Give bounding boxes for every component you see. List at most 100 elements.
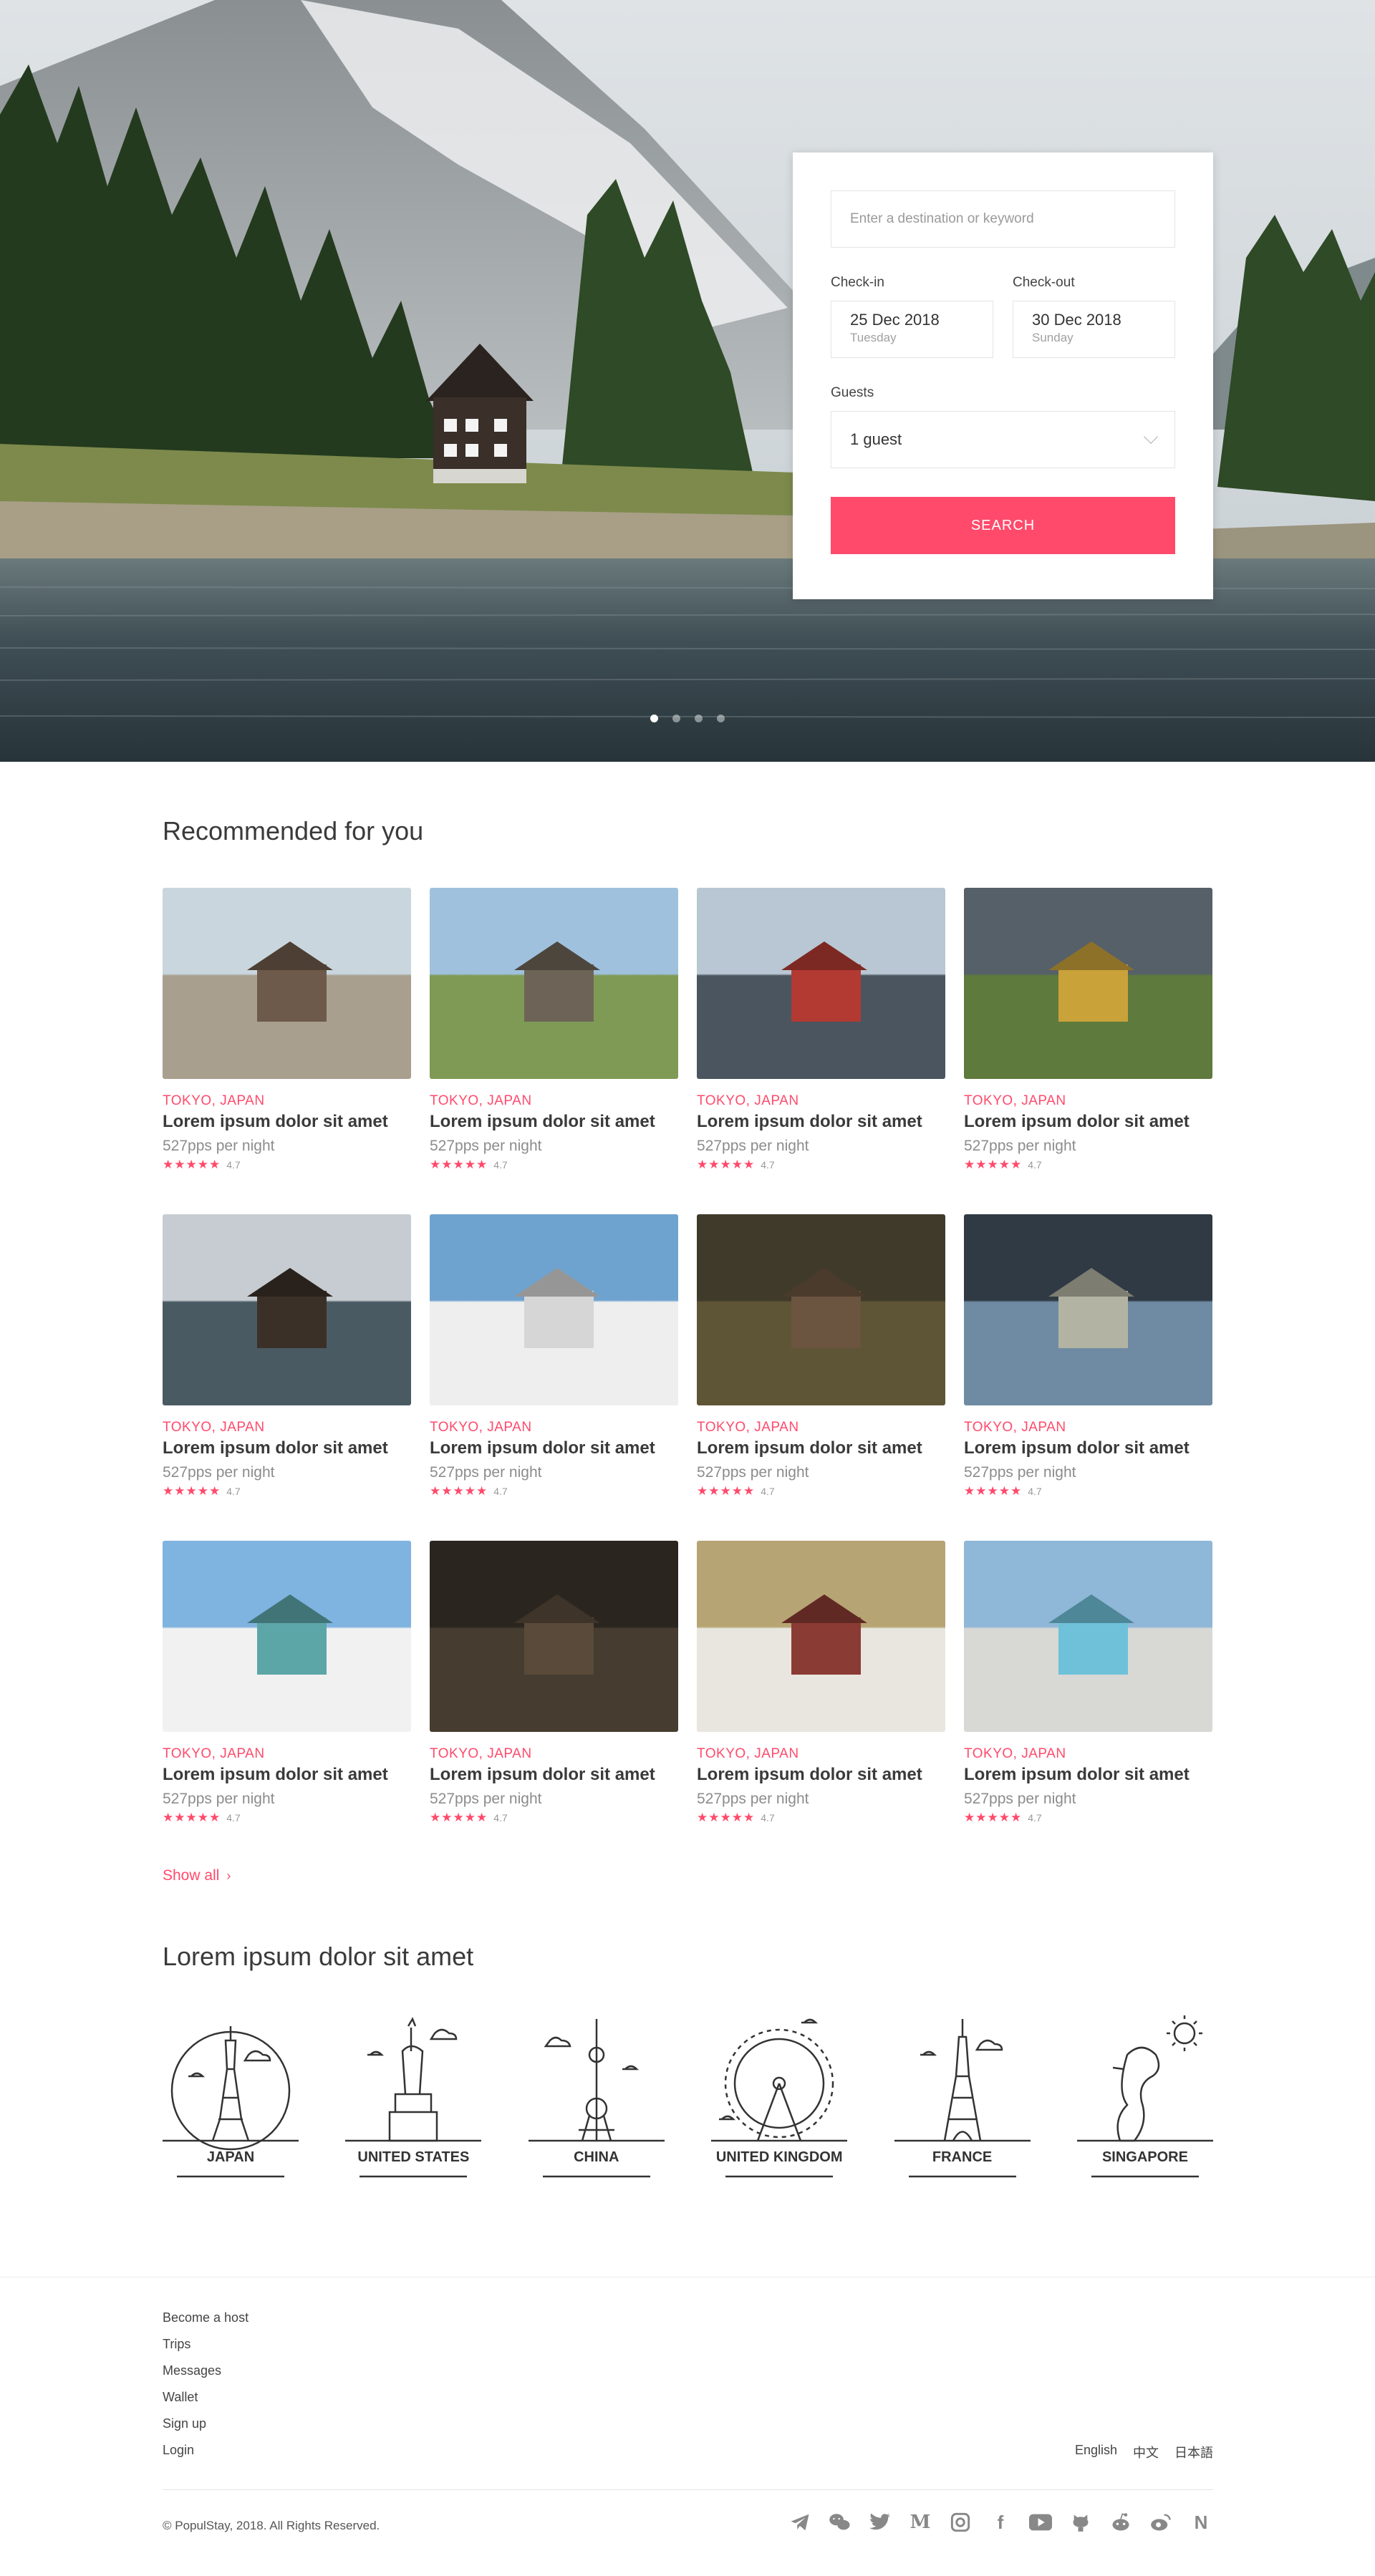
footer-link-wallet[interactable]: Wallet (163, 2389, 249, 2416)
listing-title[interactable]: Lorem ipsum dolor sit amet (697, 1765, 945, 1785)
wechat-icon[interactable] (828, 2510, 852, 2534)
language-japanese[interactable]: 日本語 (1174, 2443, 1213, 2461)
guests-label: Guests (831, 385, 874, 400)
listing-title[interactable]: Lorem ipsum dolor sit amet (697, 1438, 945, 1458)
listing-photo[interactable] (430, 888, 678, 1079)
checkin-date-field[interactable]: 25 Dec 2018 Tuesday (831, 301, 993, 358)
listing-location: TOKYO, JAPAN (697, 1746, 799, 1761)
listing-card[interactable]: TOKYO, JAPAN Lorem ipsum dolor sit amet 52… (697, 1214, 945, 1541)
listing-rating: ★★★★★ 4.7 (697, 1158, 945, 1172)
footer-link-login[interactable]: Login (163, 2442, 249, 2469)
listing-card[interactable]: TOKYO, JAPAN Lorem ipsum dolor sit amet 52… (163, 1541, 411, 1867)
destination-united-kingdom[interactable]: UNITED KINGDOM (711, 2012, 848, 2184)
listing-price: 527pps per night (430, 1791, 542, 1807)
medium-icon[interactable]: M (908, 2510, 932, 2534)
listing-title[interactable]: Lorem ipsum dolor sit amet (964, 1765, 1212, 1785)
twitter-icon[interactable] (868, 2510, 892, 2534)
listing-title[interactable]: Lorem ipsum dolor sit amet (163, 1765, 411, 1785)
listing-photo[interactable] (163, 888, 411, 1079)
listing-location: TOKYO, JAPAN (964, 1746, 1066, 1761)
listing-title[interactable]: Lorem ipsum dolor sit amet (163, 1438, 411, 1458)
carousel-dot-2[interactable] (672, 715, 680, 722)
listing-title[interactable]: Lorem ipsum dolor sit amet (964, 1112, 1212, 1132)
search-button[interactable]: SEARCH (831, 497, 1175, 554)
footer-link-trips[interactable]: Trips (163, 2336, 249, 2363)
chevron-right-icon: › (226, 1868, 231, 1883)
rating-score: 4.7 (493, 1159, 508, 1171)
footer-link-become-host[interactable]: Become a host (163, 2310, 249, 2336)
listing-photo[interactable] (163, 1541, 411, 1732)
destination-france[interactable]: FRANCE (894, 2012, 1031, 2184)
language-switcher: English 中文 日本語 (1075, 2443, 1213, 2461)
rating-score: 4.7 (493, 1812, 508, 1824)
language-english[interactable]: English (1075, 2443, 1117, 2461)
instagram-icon[interactable] (948, 2510, 973, 2534)
listing-title[interactable]: Lorem ipsum dolor sit amet (430, 1765, 678, 1785)
listing-title[interactable]: Lorem ipsum dolor sit amet (163, 1112, 411, 1132)
listing-photo[interactable] (964, 1214, 1212, 1405)
destination-singapore[interactable]: SINGAPORE (1076, 2012, 1213, 2184)
listing-rating: ★★★★★ 4.7 (163, 1484, 411, 1498)
listing-photo[interactable] (430, 1214, 678, 1405)
checkin-date: 25 Dec 2018 (850, 311, 940, 329)
listing-photo[interactable] (430, 1541, 678, 1732)
listing-card[interactable]: TOKYO, JAPAN Lorem ipsum dolor sit amet 52… (430, 1214, 678, 1541)
rating-score: 4.7 (761, 1486, 775, 1497)
listing-card[interactable]: TOKYO, JAPAN Lorem ipsum dolor sit amet 52… (964, 888, 1212, 1214)
listing-rating: ★★★★★ 4.7 (430, 1811, 678, 1825)
listing-price: 527pps per night (430, 1138, 542, 1154)
star-rating-icon: ★★★★★ (163, 1158, 221, 1171)
naver-icon[interactable]: N (1189, 2510, 1213, 2534)
listing-price: 527pps per night (697, 1138, 809, 1154)
listing-title[interactable]: Lorem ipsum dolor sit amet (697, 1112, 945, 1132)
destination-search-input[interactable] (831, 190, 1175, 248)
listing-card[interactable]: TOKYO, JAPAN Lorem ipsum dolor sit amet 52… (430, 888, 678, 1214)
checkin-group: Check-in 25 Dec 2018 Tuesday (831, 275, 993, 358)
destination-japan[interactable]: JAPAN (163, 2012, 299, 2184)
listing-rating: ★★★★★ 4.7 (964, 1158, 1212, 1172)
listing-photo[interactable] (697, 1541, 945, 1732)
star-rating-icon: ★★★★★ (964, 1158, 1023, 1171)
show-all-link[interactable]: Show all › (163, 1867, 231, 1884)
listing-card[interactable]: TOKYO, JAPAN Lorem ipsum dolor sit amet 52… (964, 1214, 1212, 1541)
rating-score: 4.7 (1028, 1159, 1042, 1171)
carousel-dot-4[interactable] (717, 715, 725, 722)
listing-title[interactable]: Lorem ipsum dolor sit amet (430, 1112, 678, 1132)
checkout-date-field[interactable]: 30 Dec 2018 Sunday (1013, 301, 1175, 358)
destination-name: UNITED KINGDOM (715, 2149, 843, 2165)
guests-select[interactable]: 1 guest (831, 411, 1175, 468)
language-chinese[interactable]: 中文 (1133, 2443, 1159, 2461)
listing-location: TOKYO, JAPAN (697, 1420, 799, 1435)
destination-name: UNITED STATES (357, 2149, 470, 2165)
listing-card[interactable]: TOKYO, JAPAN Lorem ipsum dolor sit amet 52… (697, 1541, 945, 1867)
listing-card[interactable]: TOKYO, JAPAN Lorem ipsum dolor sit amet 52… (163, 1214, 411, 1541)
listing-location: TOKYO, JAPAN (163, 1746, 265, 1761)
destination-united-states[interactable]: UNITED STATES (345, 2012, 482, 2184)
footer-link-messages[interactable]: Messages (163, 2363, 249, 2389)
checkout-date: 30 Dec 2018 (1032, 311, 1121, 329)
listing-card[interactable]: TOKYO, JAPAN Lorem ipsum dolor sit amet 52… (430, 1541, 678, 1867)
listing-card[interactable]: TOKYO, JAPAN Lorem ipsum dolor sit amet 52… (964, 1541, 1212, 1867)
listing-photo[interactable] (697, 1214, 945, 1405)
listing-location: TOKYO, JAPAN (964, 1420, 1066, 1435)
telegram-icon[interactable] (788, 2510, 812, 2534)
listing-photo[interactable] (163, 1214, 411, 1405)
facebook-icon[interactable]: f (988, 2510, 1013, 2534)
destination-china[interactable]: CHINA (528, 2012, 665, 2184)
listing-card[interactable]: TOKYO, JAPAN Lorem ipsum dolor sit amet 52… (163, 888, 411, 1214)
listing-photo[interactable] (697, 888, 945, 1079)
social-links: M f N (788, 2510, 1213, 2534)
carousel-dot-3[interactable] (695, 715, 703, 722)
listing-price: 527pps per night (697, 1464, 809, 1481)
listing-title[interactable]: Lorem ipsum dolor sit amet (430, 1438, 678, 1458)
listing-photo[interactable] (964, 1541, 1212, 1732)
github-icon[interactable] (1068, 2510, 1093, 2534)
reddit-icon[interactable] (1109, 2510, 1133, 2534)
weibo-icon[interactable] (1149, 2510, 1173, 2534)
listing-photo[interactable] (964, 888, 1212, 1079)
footer-link-sign-up[interactable]: Sign up (163, 2416, 249, 2442)
listing-title[interactable]: Lorem ipsum dolor sit amet (964, 1438, 1212, 1458)
listing-card[interactable]: TOKYO, JAPAN Lorem ipsum dolor sit amet 52… (697, 888, 945, 1214)
carousel-dot-1[interactable] (650, 715, 658, 722)
youtube-icon[interactable] (1028, 2510, 1053, 2534)
